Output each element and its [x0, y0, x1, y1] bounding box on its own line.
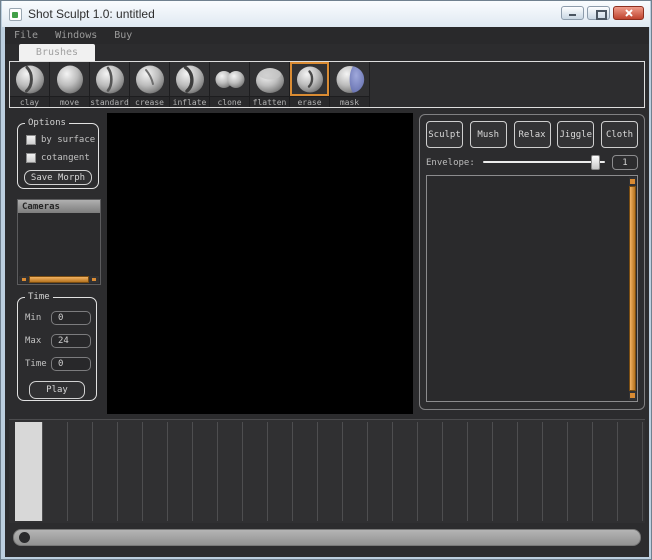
- brush-label: inflate: [170, 97, 209, 107]
- envelope-value: 1: [612, 155, 638, 170]
- morphs-vertical-scrollbar[interactable]: [629, 177, 636, 400]
- minimize-icon[interactable]: [561, 6, 584, 20]
- app-window: Shot Sculpt 1.0: untitled File Windows B…: [0, 0, 652, 560]
- brushes-toolbar: clay move standard crease inflate clone: [9, 61, 645, 108]
- time-field[interactable]: 0: [51, 357, 91, 371]
- timeline-scrollbar-knob[interactable]: [19, 532, 30, 543]
- scroll-up-arrow-icon[interactable]: [629, 177, 636, 186]
- cameras-list[interactable]: [18, 213, 100, 275]
- brush-label: mask: [330, 97, 369, 107]
- brush-label: clone: [210, 97, 249, 107]
- min-field[interactable]: 0: [51, 311, 91, 325]
- time-row: Time 0: [25, 357, 96, 371]
- clay-brush-icon: [13, 63, 47, 96]
- flatten-brush-icon: [253, 63, 287, 96]
- cameras-scrollbar-thumb[interactable]: [29, 276, 89, 283]
- brush-label: move: [50, 97, 89, 107]
- play-button[interactable]: Play: [29, 381, 85, 399]
- brush-move[interactable]: move: [50, 62, 90, 107]
- envelope-row: Envelope: 1: [426, 155, 638, 170]
- inflate-brush-icon: [173, 63, 207, 96]
- cameras-panel: Cameras: [17, 199, 101, 285]
- timeline-grid[interactable]: [42, 422, 644, 521]
- timeline-playhead[interactable]: [15, 422, 42, 521]
- toolbar-filler: [370, 62, 644, 107]
- cameras-header: Cameras: [18, 200, 100, 213]
- brush-label: clay: [10, 97, 49, 107]
- envelope-slider[interactable]: [483, 155, 605, 170]
- brush-erase[interactable]: erase: [290, 62, 330, 107]
- sculpt-tools-panel: Sculpt Mush Relax Jiggle Cloth Envelope:…: [419, 114, 645, 410]
- brush-flatten[interactable]: flatten: [250, 62, 290, 107]
- relax-button[interactable]: Relax: [514, 121, 551, 148]
- maximize-icon[interactable]: [587, 6, 610, 20]
- envelope-label: Envelope:: [426, 158, 475, 168]
- mush-button[interactable]: Mush: [470, 121, 507, 148]
- selected-brush-highlight: [290, 62, 329, 97]
- by-surface-checkbox[interactable]: [26, 135, 36, 145]
- menu-buy[interactable]: Buy: [114, 30, 132, 41]
- envelope-slider-track: [483, 161, 605, 163]
- brush-inflate[interactable]: inflate: [170, 62, 210, 107]
- cotangent-label: cotangent: [41, 153, 90, 163]
- scroll-left-arrow-icon[interactable]: [19, 276, 29, 283]
- standard-brush-icon: [93, 63, 127, 96]
- options-title: Options: [25, 118, 69, 129]
- brush-label: erase: [290, 97, 329, 107]
- erase-brush-icon: [293, 63, 327, 96]
- timeline-scrollbar[interactable]: [13, 529, 641, 546]
- menu-file[interactable]: File: [14, 30, 38, 41]
- brush-clay[interactable]: clay: [10, 62, 50, 107]
- sculpt-button[interactable]: Sculpt: [426, 121, 463, 148]
- min-label: Min: [25, 313, 47, 323]
- app-content: File Windows Buy Brushes clay move stand…: [5, 27, 649, 557]
- titlebar[interactable]: Shot Sculpt 1.0: untitled: [2, 1, 650, 27]
- cloth-button[interactable]: Cloth: [601, 121, 638, 148]
- window-controls: [561, 6, 644, 20]
- min-row: Min 0: [25, 311, 96, 325]
- cotangent-checkbox[interactable]: [26, 153, 36, 163]
- by-surface-row: by surface: [26, 135, 98, 145]
- close-icon[interactable]: [613, 6, 644, 20]
- window-title: Shot Sculpt 1.0: untitled: [28, 7, 155, 21]
- clone-brush-icon: [213, 63, 247, 96]
- brush-mask[interactable]: mask: [330, 62, 370, 107]
- time-title: Time: [25, 292, 53, 303]
- scroll-right-arrow-icon[interactable]: [89, 276, 99, 283]
- brush-label: crease: [130, 97, 169, 107]
- mask-brush-icon: [333, 63, 367, 96]
- time-group: Time Min 0 Max 24 Time 0 Play: [17, 297, 97, 401]
- cotangent-row: cotangent: [26, 153, 98, 163]
- timeline[interactable]: [9, 419, 645, 523]
- menu-windows[interactable]: Windows: [55, 30, 97, 41]
- brush-crease[interactable]: crease: [130, 62, 170, 107]
- app-icon: [9, 8, 22, 21]
- max-field[interactable]: 24: [51, 334, 91, 348]
- options-group: Options by surface cotangent Save Morph: [17, 123, 99, 189]
- tool-buttons-row: Sculpt Mush Relax Jiggle Cloth: [426, 121, 638, 148]
- morphs-scrollbar-thumb[interactable]: [629, 186, 636, 391]
- brush-label: standard: [90, 97, 129, 107]
- scroll-down-arrow-icon[interactable]: [629, 391, 636, 400]
- morphs-list[interactable]: [426, 175, 638, 402]
- crease-brush-icon: [133, 63, 167, 96]
- max-label: Max: [25, 336, 47, 346]
- max-row: Max 24: [25, 334, 96, 348]
- jiggle-button[interactable]: Jiggle: [557, 121, 594, 148]
- by-surface-label: by surface: [41, 135, 95, 145]
- brush-standard[interactable]: standard: [90, 62, 130, 107]
- time-label: Time: [25, 359, 47, 369]
- cameras-horizontal-scrollbar[interactable]: [19, 276, 99, 283]
- sculpt-viewport[interactable]: [107, 113, 413, 414]
- tab-brushes[interactable]: Brushes: [19, 44, 95, 61]
- move-brush-icon: [53, 63, 87, 96]
- save-morph-button[interactable]: Save Morph: [24, 170, 92, 185]
- brush-clone[interactable]: clone: [210, 62, 250, 107]
- menu-bar: File Windows Buy: [5, 27, 649, 44]
- envelope-slider-handle[interactable]: [591, 155, 600, 170]
- brush-label: flatten: [250, 97, 289, 107]
